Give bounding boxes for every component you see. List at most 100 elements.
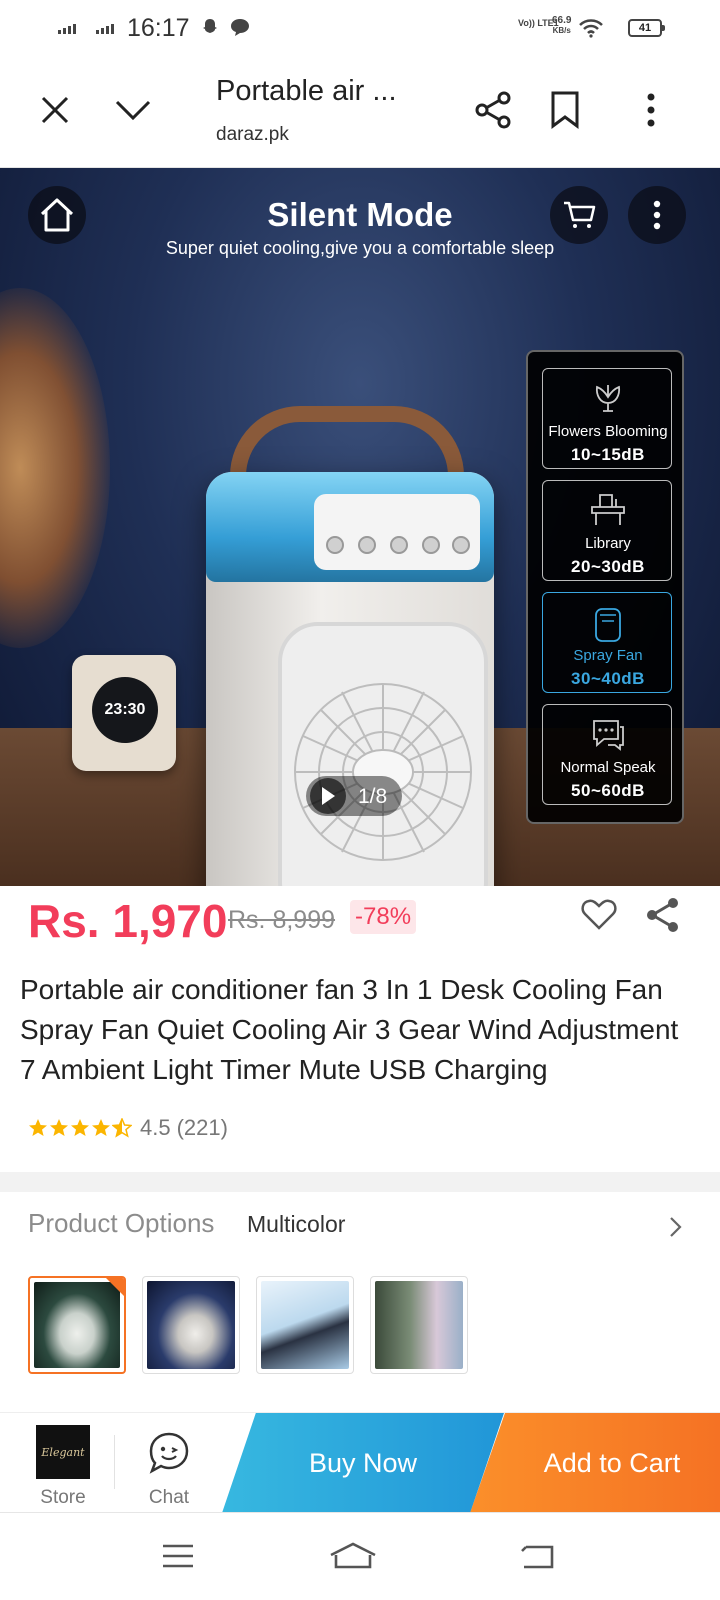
back-icon bbox=[521, 1545, 554, 1569]
mode-card-library: Library 20~30dB bbox=[542, 480, 672, 581]
recent-apps-button[interactable] bbox=[148, 1531, 208, 1581]
hero-headline: Silent Mode bbox=[267, 196, 453, 233]
store-button[interactable]: Elegant Store bbox=[28, 1425, 98, 1509]
rating-summary[interactable]: 4.5 (221) bbox=[28, 1113, 228, 1143]
fan-body bbox=[206, 472, 494, 886]
options-label: Product Options bbox=[28, 1208, 215, 1238]
fan-knob bbox=[422, 536, 440, 554]
fan-knob bbox=[390, 536, 408, 554]
play-icon bbox=[322, 787, 335, 805]
share-icon bbox=[647, 898, 678, 932]
heart-icon bbox=[581, 899, 617, 930]
wifi-icon bbox=[579, 19, 603, 38]
discount-badge: -78% bbox=[350, 900, 417, 934]
fan-grille bbox=[278, 622, 488, 886]
rating-count: (221) bbox=[176, 1115, 228, 1140]
product-options[interactable]: Product Options Multicolor bbox=[0, 1192, 720, 1388]
play-video-button[interactable] bbox=[310, 778, 346, 814]
close-tab-button[interactable] bbox=[27, 82, 83, 138]
add-to-cart-button[interactable]: Add to Cart bbox=[470, 1413, 720, 1513]
store-logo: Elegant bbox=[36, 1425, 90, 1479]
star-icon bbox=[50, 1119, 68, 1136]
hero-subline: Super quiet cooling,give you a comfortab… bbox=[165, 238, 555, 258]
mode-card-spray-fan: Spray Fan 30~40dB bbox=[542, 592, 672, 693]
fan-knob bbox=[326, 536, 344, 554]
mode-name: Spray Fan bbox=[573, 647, 643, 664]
back-button[interactable] bbox=[508, 1531, 568, 1581]
rating-value: 4.5 bbox=[140, 1115, 171, 1140]
chevron-right-icon[interactable] bbox=[664, 1212, 688, 1242]
chevron-down-icon bbox=[115, 100, 151, 121]
share-button[interactable] bbox=[466, 82, 522, 138]
option-thumb-4[interactable] bbox=[370, 1276, 468, 1374]
more-vertical-icon bbox=[647, 93, 655, 127]
clock-face: 23:30 bbox=[92, 677, 158, 743]
original-price: Rs. 8,999 bbox=[228, 906, 336, 934]
close-icon bbox=[41, 96, 69, 124]
net-speed: 66.9 KB/s bbox=[552, 16, 571, 36]
browser-toolbar: Portable air ... daraz.pk bbox=[0, 60, 720, 168]
signal-strength-icon bbox=[96, 24, 114, 34]
mode-name: Flowers Blooming bbox=[548, 423, 668, 440]
snapchat-icon bbox=[203, 19, 217, 33]
net-speed-value: 66.9 bbox=[552, 15, 572, 26]
fan-control-panel bbox=[314, 494, 480, 570]
battery-icon: 41 bbox=[628, 19, 665, 37]
chat-icon bbox=[149, 1432, 189, 1474]
product-title: Portable air conditioner fan 3 In 1 Desk… bbox=[20, 974, 679, 1085]
home-nav-icon bbox=[330, 1542, 376, 1569]
product-share-button[interactable] bbox=[644, 896, 684, 936]
mode-card-flowers-blooming: Flowers Blooming 10~15dB bbox=[542, 368, 672, 469]
chat-button[interactable]: Chat bbox=[134, 1425, 204, 1509]
mode-card-normal-speak: Normal Speak 50~60dB bbox=[542, 704, 672, 805]
mode-decibel: 20~30dB bbox=[571, 557, 645, 576]
options-value: Multicolor bbox=[247, 1211, 346, 1237]
wishlist-button[interactable] bbox=[580, 896, 620, 936]
net-speed-unit: KB/s bbox=[552, 26, 571, 35]
star-rating bbox=[28, 1118, 132, 1138]
half-star-icon bbox=[112, 1118, 132, 1138]
section-divider bbox=[0, 1172, 720, 1192]
fan-knob bbox=[452, 536, 470, 554]
more-options-button[interactable] bbox=[623, 82, 679, 138]
library-icon bbox=[543, 491, 673, 531]
mode-decibel: 50~60dB bbox=[571, 781, 645, 800]
home-nav-button[interactable] bbox=[323, 1531, 383, 1581]
fan-icon bbox=[543, 603, 673, 643]
divider bbox=[114, 1435, 115, 1489]
selected-corner-marker bbox=[106, 1278, 124, 1296]
message-bubble-icon bbox=[231, 19, 249, 36]
bookmark-icon bbox=[551, 91, 579, 129]
fan-knob bbox=[358, 536, 376, 554]
menu-icon bbox=[163, 1544, 193, 1568]
price-row: Rs. 1,970 Rs. 8,999 -78% bbox=[0, 886, 720, 960]
lamp-glow bbox=[0, 288, 110, 648]
bottom-action-bar: Elegant Store Chat Buy Now Add to Cart bbox=[0, 1412, 720, 1513]
minimize-button[interactable] bbox=[105, 82, 161, 138]
product-image-carousel[interactable]: Silent Mode Super quiet cooling,give you… bbox=[0, 168, 720, 886]
mode-name: Normal Speak bbox=[560, 759, 656, 776]
option-thumb-1[interactable] bbox=[28, 1276, 126, 1374]
buy-now-button[interactable]: Buy Now bbox=[222, 1413, 504, 1513]
current-price: Rs. 1,970 bbox=[28, 895, 228, 947]
status-bar: 16:17 Vo)) LTE1 66.9 KB/s 41 bbox=[0, 0, 720, 60]
mode-decibel: 30~40dB bbox=[571, 669, 645, 688]
star-icon bbox=[71, 1119, 89, 1136]
image-counter: 1/8 bbox=[358, 785, 388, 808]
option-thumb-3[interactable] bbox=[256, 1276, 354, 1374]
mode-decibel: 10~15dB bbox=[571, 445, 645, 464]
noise-level-panel: Flowers Blooming 10~15dB Library 20~30dB… bbox=[526, 350, 684, 824]
star-icon bbox=[29, 1119, 47, 1136]
clock-time: 16:17 bbox=[127, 14, 190, 42]
signal-strength-icon bbox=[58, 24, 76, 34]
mode-name: Library bbox=[585, 535, 631, 552]
battery-level: 41 bbox=[632, 22, 658, 34]
chat-label: Chat bbox=[148, 1487, 190, 1508]
desk-clock: 23:30 bbox=[72, 655, 176, 771]
image-pager[interactable]: 1/8 bbox=[306, 776, 402, 816]
option-thumb-2[interactable] bbox=[142, 1276, 240, 1374]
flower-icon bbox=[543, 379, 673, 419]
bookmark-button[interactable] bbox=[537, 82, 593, 138]
page-domain: daraz.pk bbox=[216, 124, 289, 145]
store-label: Store bbox=[40, 1487, 86, 1508]
